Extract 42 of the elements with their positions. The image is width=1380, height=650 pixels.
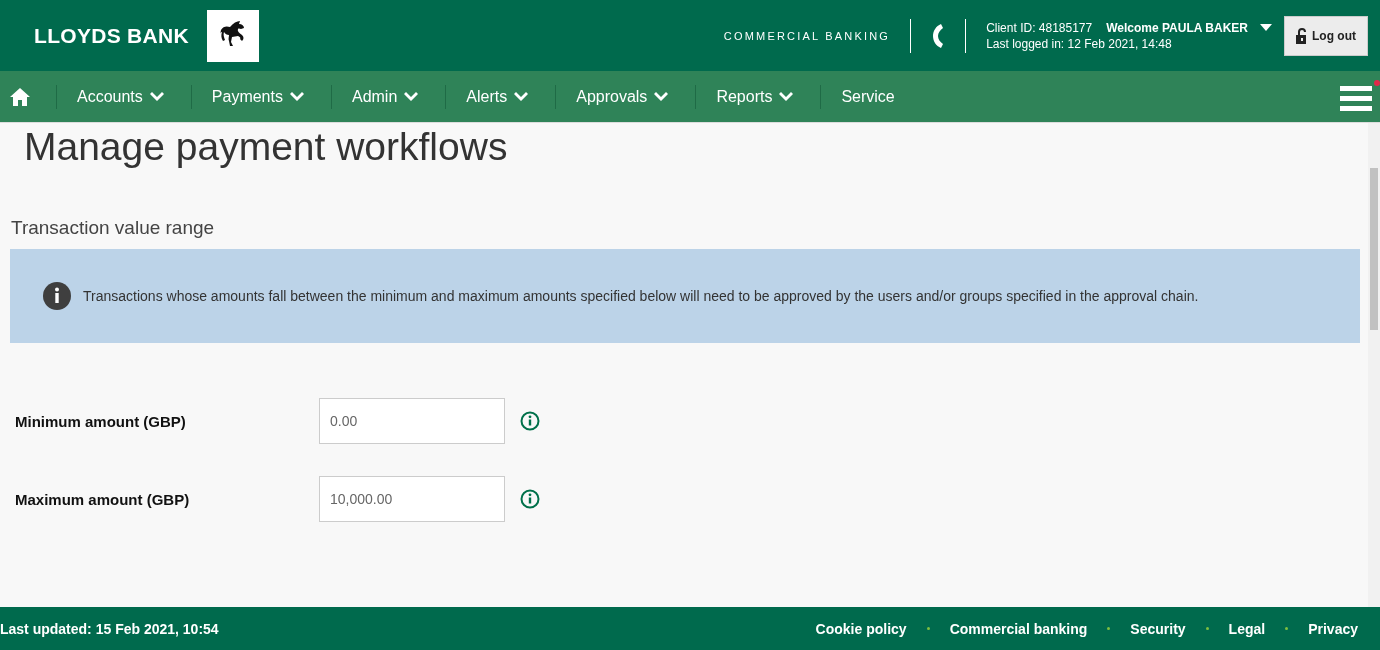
info-text: Transactions whose amounts fall between the minimum and maximum amounts specified below will need to be approved by the users and/or groups specified in the approval chain. (83, 288, 1199, 304)
footer-link[interactable]: Commercial banking (949, 620, 1088, 637)
nav-menu-item[interactable]: Approvals (576, 87, 670, 106)
footer-link[interactable]: Security (1130, 620, 1186, 637)
chevron-down-icon[interactable] (288, 91, 305, 102)
footer-link[interactable]: Privacy (1308, 620, 1358, 637)
chevron-down-icon[interactable] (653, 91, 670, 102)
field-label: Minimum amount (GBP) (15, 412, 187, 430)
padlock-icon (1296, 27, 1308, 44)
nav-menu-item[interactable]: Payments (211, 87, 305, 106)
chevron-down-icon[interactable] (403, 91, 420, 102)
brand-name: LLOYDS BANK (34, 23, 189, 48)
chevron-down-icon[interactable] (148, 91, 165, 102)
home-icon[interactable] (10, 87, 30, 106)
info-icon[interactable] (520, 489, 540, 509)
client-id: Client ID: 48185177 (986, 20, 1093, 35)
scrollbar[interactable] (1368, 123, 1380, 607)
division-label: COMMERCIAL BANKING (723, 29, 891, 42)
horse-logo-icon (206, 9, 259, 62)
nav-menu-item[interactable]: Service (841, 87, 895, 106)
last-login-text: Last logged in: 12 Feb 2021, 14:48 (986, 36, 1173, 51)
menu-icon[interactable] (1340, 79, 1380, 114)
nav-menu-item[interactable]: Alerts (466, 87, 530, 106)
info-icon (43, 282, 71, 310)
nav-menu-item[interactable]: Reports (716, 87, 795, 106)
phone-icon[interactable] (931, 22, 946, 49)
field-label: Maximum amount (GBP) (15, 490, 191, 508)
section-heading: Transaction value range (11, 217, 216, 239)
nav-menu-item[interactable]: Admin (351, 87, 420, 106)
amount-input[interactable]: 0.00 (319, 398, 505, 444)
footer-link[interactable]: Legal (1228, 620, 1266, 637)
nav-menu-item[interactable]: Accounts (77, 87, 165, 106)
welcome-text: Welcome PAULA BAKER (1106, 20, 1248, 35)
chevron-down-icon[interactable] (778, 91, 795, 102)
caret-icon[interactable] (1260, 24, 1272, 31)
info-icon[interactable] (520, 411, 540, 431)
last-updated-text: Last updated: 15 Feb 2021, 10:54 (0, 620, 219, 637)
amount-input[interactable]: 10,000.00 (319, 476, 505, 522)
page-title: Manage payment workflows (24, 124, 509, 169)
footer-link[interactable]: Cookie policy (815, 620, 907, 637)
logout-button[interactable]: Log out (1284, 15, 1368, 56)
chevron-down-icon[interactable] (513, 91, 530, 102)
